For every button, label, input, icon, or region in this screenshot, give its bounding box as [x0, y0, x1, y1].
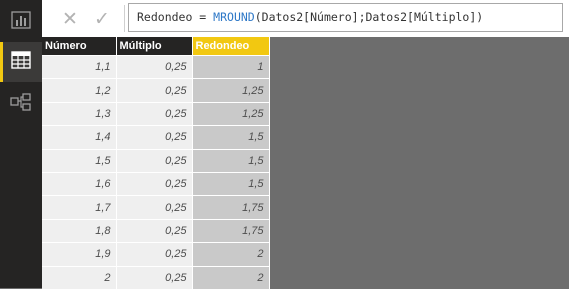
- cell-redondeo[interactable]: 1,5: [192, 125, 270, 150]
- cell-multiplo[interactable]: 0,25: [116, 218, 193, 243]
- model-view-button[interactable]: [0, 84, 42, 124]
- cell-multiplo[interactable]: 0,25: [116, 54, 193, 79]
- cell-numero[interactable]: 1,4: [42, 125, 117, 150]
- cell-numero[interactable]: 1,8: [42, 218, 117, 243]
- cell-redondeo[interactable]: 1,25: [192, 78, 270, 103]
- formula-input[interactable]: Redondeo = MROUND(Datos2[Número];Datos2[…: [128, 3, 563, 32]
- cell-numero[interactable]: 1,9: [42, 242, 117, 267]
- cell-numero[interactable]: 2: [42, 265, 117, 289]
- cell-redondeo[interactable]: 1,75: [192, 218, 270, 243]
- table-row: 2 0,25 2: [42, 265, 270, 289]
- column-header-numero[interactable]: Número: [42, 37, 117, 56]
- cell-numero[interactable]: 1,2: [42, 78, 117, 103]
- table-icon: [11, 51, 31, 73]
- cell-redondeo[interactable]: 1,75: [192, 195, 270, 220]
- table-row: 1,7 0,25 1,75: [42, 195, 270, 220]
- cell-redondeo[interactable]: 1,5: [192, 171, 270, 196]
- header-row: Número Múltiplo Redondeo: [42, 37, 270, 56]
- cell-multiplo[interactable]: 0,25: [116, 171, 193, 196]
- cell-multiplo[interactable]: 0,25: [116, 78, 193, 103]
- data-view-button[interactable]: [0, 42, 42, 82]
- cell-numero[interactable]: 1,1: [42, 54, 117, 79]
- cell-numero[interactable]: 1,5: [42, 148, 117, 173]
- cell-redondeo[interactable]: 1,5: [192, 148, 270, 173]
- cell-redondeo[interactable]: 1: [192, 54, 270, 79]
- cell-redondeo[interactable]: 2: [192, 265, 270, 289]
- cell-multiplo[interactable]: 0,25: [116, 265, 193, 289]
- cell-multiplo[interactable]: 0,25: [116, 101, 193, 126]
- cell-redondeo[interactable]: 1,25: [192, 101, 270, 126]
- cell-redondeo[interactable]: 2: [192, 242, 270, 267]
- view-rail: [0, 0, 42, 288]
- formula-prefix: Redondeo =: [137, 10, 214, 24]
- bar-chart-icon: [11, 11, 31, 33]
- table-row: 1,3 0,25 1,25: [42, 101, 270, 126]
- cell-numero[interactable]: 1,7: [42, 195, 117, 220]
- cell-multiplo[interactable]: 0,25: [116, 195, 193, 220]
- data-table: Número Múltiplo Redondeo 1,1 0,25 1 1,2 0,25…: [42, 37, 270, 289]
- cancel-formula-button[interactable]: ✕: [52, 4, 88, 33]
- formula-bar-divider: [124, 5, 125, 32]
- report-view-button[interactable]: [0, 2, 42, 42]
- table-row: 1,2 0,25 1,25: [42, 78, 270, 103]
- column-header-redondeo[interactable]: Redondeo: [192, 37, 270, 56]
- close-icon: ✕: [62, 7, 78, 30]
- formula-bar: ✕ ✓ Redondeo = MROUND(Datos2[Número];Dat…: [42, 0, 569, 37]
- table-row: 1,1 0,25 1: [42, 54, 270, 79]
- cell-multiplo[interactable]: 0,25: [116, 148, 193, 173]
- cell-multiplo[interactable]: 0,25: [116, 242, 193, 267]
- commit-formula-button[interactable]: ✓: [84, 4, 120, 33]
- table-row: 1,5 0,25 1,5: [42, 148, 270, 173]
- column-header-multiplo[interactable]: Múltiplo: [116, 37, 193, 56]
- relationships-icon: [10, 93, 32, 115]
- cell-numero[interactable]: 1,3: [42, 101, 117, 126]
- cell-multiplo[interactable]: 0,25: [116, 125, 193, 150]
- table-row: 1,4 0,25 1,5: [42, 125, 270, 150]
- formula-function: MROUND: [213, 10, 255, 24]
- table-row: 1,8 0,25 1,75: [42, 218, 270, 243]
- checkmark-icon: ✓: [94, 7, 110, 30]
- table-row: 1,6 0,25 1,5: [42, 171, 270, 196]
- formula-arguments: (Datos2[Número];Datos2[Múltiplo]): [254, 10, 484, 24]
- table-row: 1,9 0,25 2: [42, 242, 270, 267]
- cell-numero[interactable]: 1,6: [42, 171, 117, 196]
